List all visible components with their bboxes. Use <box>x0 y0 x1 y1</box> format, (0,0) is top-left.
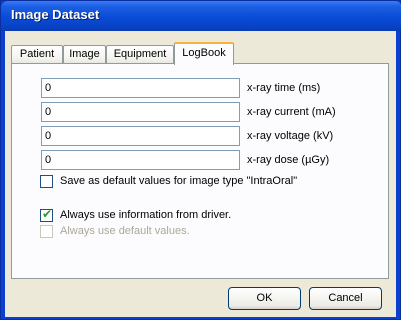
window-title: Image Dataset <box>11 7 100 22</box>
title-bar[interactable]: Image Dataset <box>1 1 401 31</box>
checkmark-icon: ✔ <box>42 207 53 221</box>
xray-current-label: x-ray current (mA) <box>247 106 336 118</box>
tab-logbook[interactable]: LogBook <box>174 42 234 65</box>
xray-dose-row: x-ray dose (µGy) <box>12 150 390 170</box>
use-driver-checkbox[interactable]: ✔ <box>40 207 53 222</box>
cancel-button[interactable]: Cancel <box>309 287 382 310</box>
xray-time-label: x-ray time (ms) <box>247 82 321 94</box>
dialog-window: Image Dataset Patient Image Equipment Lo… <box>0 0 401 320</box>
tab-equipment[interactable]: Equipment <box>106 45 174 64</box>
use-default-checkbox <box>40 225 53 238</box>
xray-time-input[interactable] <box>41 78 240 98</box>
tab-patient[interactable]: Patient <box>11 45 63 64</box>
xray-current-input[interactable] <box>41 102 240 122</box>
xray-voltage-input[interactable] <box>41 126 240 146</box>
xray-voltage-label: x-ray voltage (kV) <box>247 130 334 142</box>
save-default-label: Save as default values for image type "I… <box>60 175 298 187</box>
xray-dose-label: x-ray dose (µGy) <box>247 154 330 166</box>
tab-image[interactable]: Image <box>63 45 106 64</box>
ok-button[interactable]: OK <box>228 287 301 310</box>
save-default-checkbox[interactable] <box>40 175 53 188</box>
logbook-panel: x-ray time (ms) x-ray current (mA) x-ray… <box>11 63 389 279</box>
xray-current-row: x-ray current (mA) <box>12 102 390 122</box>
use-driver-label: Always use information from driver. <box>60 209 232 221</box>
xray-time-row: x-ray time (ms) <box>12 78 390 98</box>
xray-voltage-row: x-ray voltage (kV) <box>12 126 390 146</box>
xray-dose-input[interactable] <box>41 150 240 170</box>
use-default-label: Always use default values. <box>60 225 190 237</box>
dialog-client-area: Patient Image Equipment LogBook x-ray ti… <box>5 31 396 317</box>
